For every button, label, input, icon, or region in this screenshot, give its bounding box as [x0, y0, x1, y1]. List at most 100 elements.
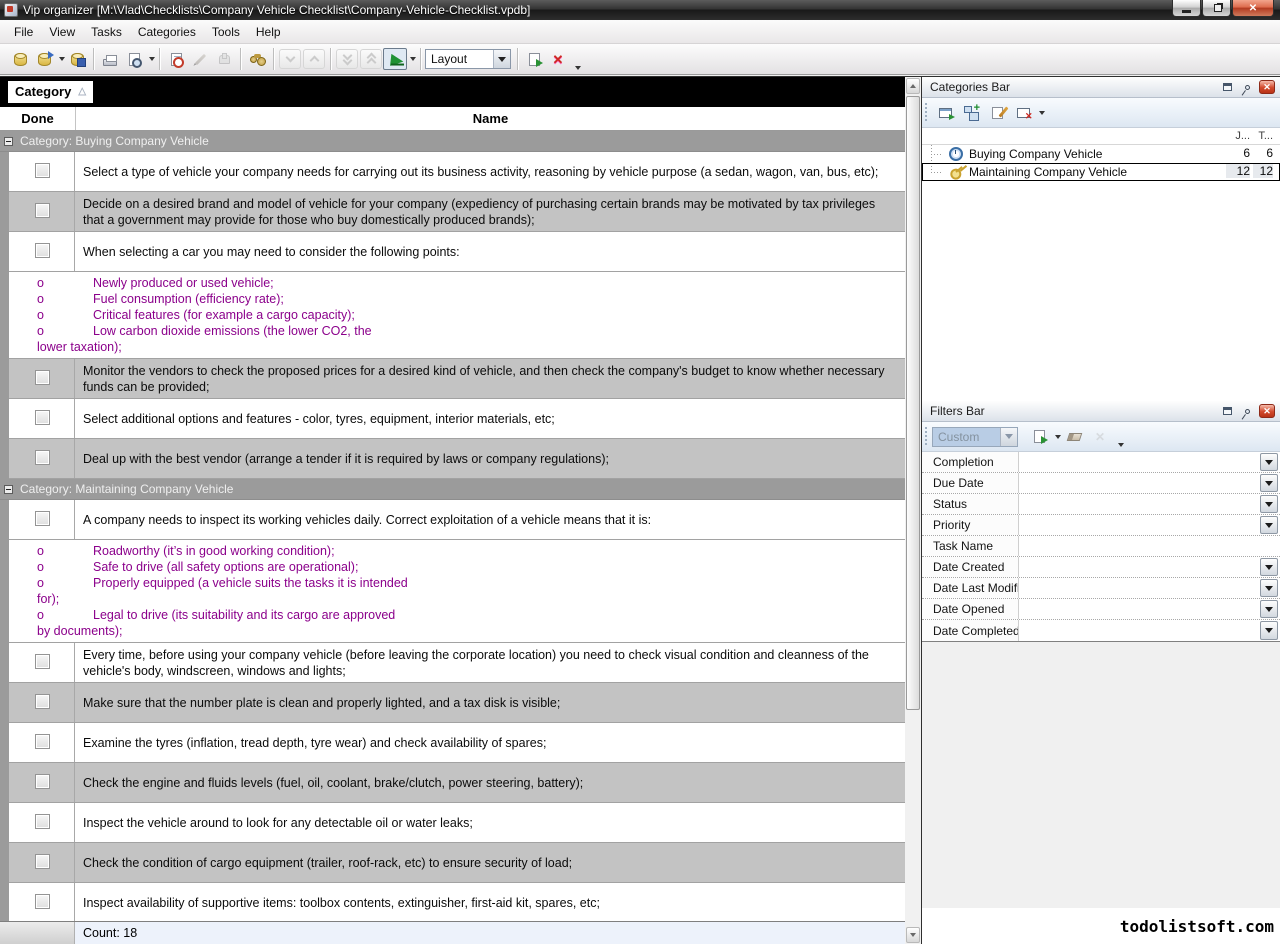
filter-preset-dropdown-button[interactable] [1000, 428, 1017, 446]
menu-item-file[interactable]: File [6, 21, 41, 43]
title-bar[interactable]: Vip organizer [M:\Vlad\Checklists\Compan… [0, 0, 1280, 20]
filter-value-field[interactable] [1019, 620, 1259, 641]
task-checkbox[interactable] [35, 894, 50, 909]
task-checkbox[interactable] [35, 734, 50, 749]
filter-dropdown-button[interactable] [1260, 516, 1278, 534]
filter-dropdown-button[interactable] [1260, 579, 1278, 597]
task-row[interactable]: When selecting a car you may need to con… [9, 232, 905, 272]
task-row[interactable]: Inspect the vehicle around to look for a… [9, 803, 905, 843]
menu-item-categories[interactable]: Categories [130, 21, 204, 43]
save-database-button[interactable] [65, 48, 89, 70]
minimize-button[interactable] [1172, 0, 1201, 17]
move-to-bottom-button[interactable] [336, 49, 358, 69]
edit-task-button[interactable] [188, 48, 212, 70]
filter-value-field[interactable] [1019, 494, 1259, 514]
move-to-top-button[interactable] [360, 49, 382, 69]
task-checkbox[interactable] [35, 511, 50, 526]
categories-bar-pin-button[interactable] [1239, 80, 1255, 94]
layout-combobox-dropdown-button[interactable] [493, 50, 510, 68]
task-checkbox[interactable] [35, 370, 50, 385]
menu-item-view[interactable]: View [41, 21, 83, 43]
move-up-button[interactable] [303, 49, 325, 69]
print-preview-button[interactable] [122, 48, 146, 70]
task-checkbox[interactable] [35, 654, 50, 669]
category-tree-item[interactable]: Buying Company Vehicle66 [922, 145, 1280, 163]
filter-dropdown-button[interactable] [1260, 558, 1278, 576]
task-checkbox[interactable] [35, 410, 50, 425]
task-row[interactable]: Decide on a desired brand and model of v… [9, 192, 905, 232]
categories-bar-close-button[interactable]: ✕ [1259, 80, 1275, 94]
task-checkbox[interactable] [35, 694, 50, 709]
layout-view-button[interactable] [383, 48, 407, 70]
task-checkbox[interactable] [35, 163, 50, 178]
menu-item-tools[interactable]: Tools [204, 21, 248, 43]
task-row[interactable]: A company needs to inspect its working v… [9, 500, 905, 540]
category-tree-item[interactable]: Maintaining Company Vehicle1212 [922, 163, 1280, 181]
filter-dropdown-button[interactable] [1260, 453, 1278, 471]
menu-item-help[interactable]: Help [248, 21, 289, 43]
new-task-button[interactable] [164, 48, 188, 70]
column-header-name[interactable]: Name [75, 107, 905, 130]
task-row[interactable]: Check the condition of cargo equipment (… [9, 843, 905, 883]
filter-dropdown-button[interactable] [1260, 495, 1278, 513]
layout-combobox[interactable]: Layout [425, 49, 511, 69]
bullet-list-row[interactable]: oRoadworthy (it’s in good working condit… [9, 540, 905, 643]
filter-value-field[interactable] [1019, 473, 1259, 493]
open-database-button[interactable] [32, 48, 56, 70]
task-row[interactable]: Inspect availability of supportive items… [9, 883, 905, 921]
task-checkbox[interactable] [35, 774, 50, 789]
delete-category-button[interactable] [1010, 102, 1036, 124]
filter-dropdown-button[interactable] [1260, 600, 1278, 618]
scroll-down-button[interactable] [906, 927, 920, 943]
menu-item-tasks[interactable]: Tasks [83, 21, 130, 43]
new-database-button[interactable] [8, 48, 32, 70]
filters-bar-restore-button[interactable] [1219, 404, 1235, 418]
task-row[interactable]: Deal up with the best vendor (arrange a … [9, 439, 905, 479]
edit-category-button[interactable] [984, 102, 1010, 124]
restore-button[interactable] [1202, 0, 1231, 17]
new-subcategory-button[interactable] [958, 102, 984, 124]
task-checkbox[interactable] [35, 243, 50, 258]
task-checkbox[interactable] [35, 450, 50, 465]
toolbar-overflow-icon[interactable] [1118, 443, 1124, 447]
task-row[interactable]: Make sure that the number plate is clean… [9, 683, 905, 723]
task-row[interactable]: Monitor the vendors to check the propose… [9, 359, 905, 399]
task-row[interactable]: Every time, before using your company ve… [9, 643, 905, 683]
task-checkbox[interactable] [35, 854, 50, 869]
filter-dropdown-button[interactable] [1260, 474, 1278, 492]
categories-bar-restore-button[interactable] [1219, 80, 1235, 94]
close-button[interactable]: ✕ [1232, 0, 1274, 17]
print-button[interactable] [98, 48, 122, 70]
delete-task-button[interactable] [212, 48, 236, 70]
filter-preset-combobox[interactable]: Custom [932, 427, 1018, 447]
bullet-list-row[interactable]: oNewly produced or used vehicle;oFuel co… [9, 272, 905, 359]
delete-filter-button[interactable]: ✕ [1087, 426, 1113, 448]
apply-filter-button[interactable] [1026, 426, 1052, 448]
category-row[interactable]: Category: Maintaining Company Vehicle [0, 479, 905, 500]
collapse-icon[interactable] [4, 485, 13, 494]
filters-bar-pin-button[interactable] [1239, 404, 1255, 418]
move-down-button[interactable] [279, 49, 301, 69]
column-header-done[interactable]: Done [0, 111, 75, 126]
tree-column-t[interactable]: T... [1253, 130, 1273, 142]
new-category-button[interactable] [932, 102, 958, 124]
task-row[interactable]: Check the engine and fluids levels (fuel… [9, 763, 905, 803]
filter-value-field[interactable] [1019, 578, 1259, 598]
vertical-scrollbar[interactable] [905, 76, 921, 944]
task-checkbox[interactable] [35, 814, 50, 829]
collapse-icon[interactable] [4, 137, 13, 146]
group-by-chip[interactable]: Category △ [8, 81, 93, 103]
clear-filter-button[interactable] [1061, 426, 1087, 448]
task-row[interactable]: Select a type of vehicle your company ne… [9, 152, 905, 192]
find-button[interactable] [245, 48, 269, 70]
filter-dropdown-button[interactable] [1260, 621, 1278, 640]
filter-value-field[interactable] [1019, 599, 1259, 619]
tree-column-j[interactable]: J... [1226, 130, 1250, 142]
task-row[interactable]: Select additional options and features -… [9, 399, 905, 439]
category-row[interactable]: Category: Buying Company Vehicle [0, 131, 905, 152]
filter-value-field[interactable] [1019, 557, 1259, 577]
toolbar-overflow-icon[interactable] [575, 66, 581, 70]
scrollbar-thumb[interactable] [906, 96, 920, 710]
filters-bar-close-button[interactable]: ✕ [1259, 404, 1275, 418]
filter-value-field[interactable] [1019, 536, 1280, 556]
